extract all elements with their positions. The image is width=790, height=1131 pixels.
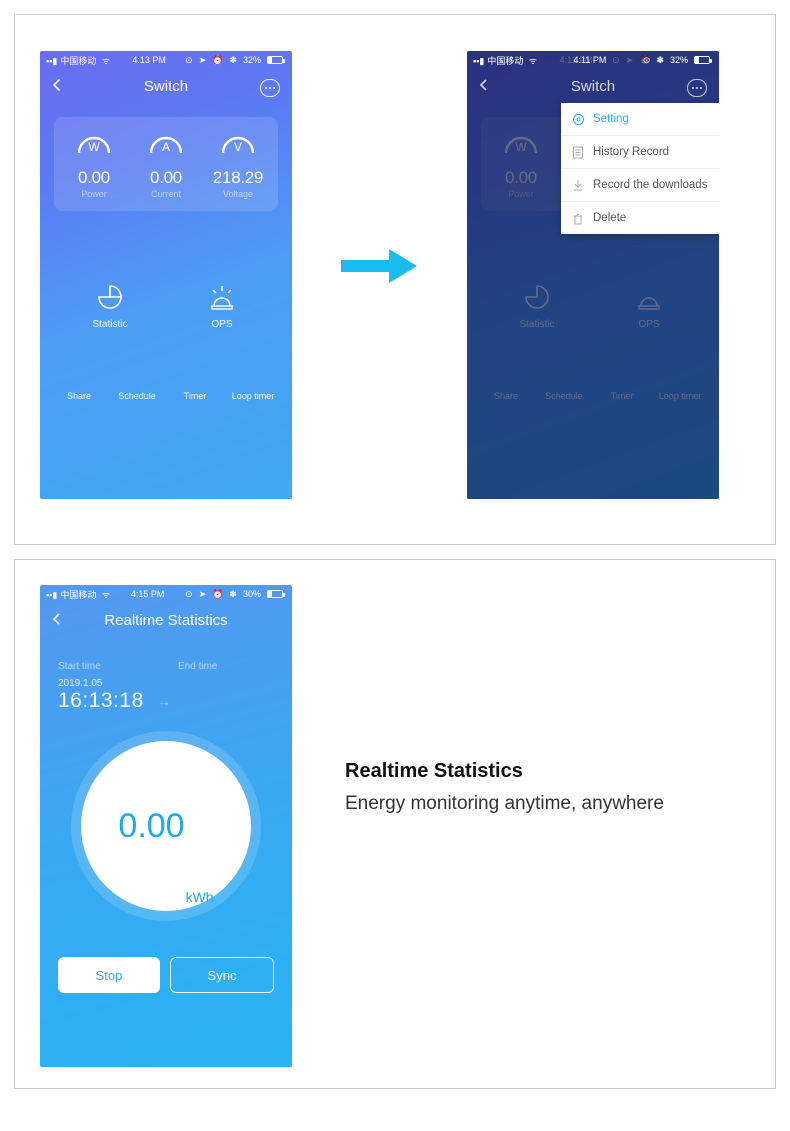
caption-heading: Realtime Statistics <box>345 760 755 783</box>
context-menu: Setting History Record Record the downlo… <box>561 103 719 234</box>
caption-sub: Energy monitoring anytime, anywhere <box>345 793 755 815</box>
title-bar: Switch <box>40 69 292 103</box>
end-time-label: End time <box>178 661 217 672</box>
metric-current: A 0.00 Current <box>130 131 202 199</box>
arrow-right-icon: → <box>158 694 172 709</box>
menu-history[interactable]: History Record <box>561 136 719 169</box>
svg-text:W: W <box>88 140 100 154</box>
start-date: 2019.1.05 <box>58 678 274 689</box>
page-title: Switch <box>144 78 188 95</box>
menu-setting[interactable]: Setting <box>561 103 719 136</box>
back-icon[interactable] <box>50 78 64 96</box>
status-time: 4:13 PM <box>132 55 166 65</box>
panel-bottom: ▪▪▮中国移动 ᯤ 4:15 PM ⊙➤⏰✽30% Realtime Stati… <box>14 559 776 1089</box>
metrics-card: W 0.00 Power A 0.00 Current V 218.29 Vol… <box>54 117 278 211</box>
document-icon <box>571 145 585 159</box>
stop-button[interactable]: Stop <box>58 957 160 993</box>
energy-value: 0.00 <box>118 807 184 846</box>
svg-text:V: V <box>234 140 242 154</box>
status-bar: ▪▪▮中国移动 ᯤ 4:15 PM ⊙➤⏰✽30% <box>40 585 292 603</box>
ops-button[interactable]: OPS <box>166 281 278 330</box>
status-bar: ▪▪▮中国移动 ᯤ 4:13 PM ⊙➤⏰✽32% <box>40 51 292 69</box>
menu-downloads[interactable]: Record the downloads <box>561 169 719 202</box>
sync-button[interactable]: Sync <box>170 957 274 993</box>
time-range: Start timeEnd time 2019.1.05 16:13:18 → <box>58 661 274 713</box>
statistic-button[interactable]: Statistic <box>54 281 166 330</box>
panel-top: ▪▪▮中国移动 ᯤ 4:13 PM ⊙➤⏰✽32% Switch W 0.00 … <box>14 14 776 545</box>
trash-icon <box>571 211 585 225</box>
start-clock: 16:13:18 <box>58 689 144 713</box>
metric-voltage: V 218.29 Voltage <box>202 131 274 199</box>
arrow-icon <box>341 247 419 290</box>
more-icon[interactable] <box>260 79 280 97</box>
phone-realtime: ▪▪▮中国移动 ᯤ 4:15 PM ⊙➤⏰✽30% Realtime Stati… <box>40 585 292 1067</box>
start-time-label: Start time <box>58 661 178 672</box>
page-title: Realtime Statistics <box>104 612 227 629</box>
phone-switch-menu: ▪▪▮中国移动 ᯤ 4:11 PM ⊙➤⏰✽32% Switch W0.00Po… <box>467 51 719 499</box>
energy-gauge: 0.00 kWh <box>81 741 251 911</box>
download-icon <box>571 178 585 192</box>
back-icon[interactable] <box>50 612 64 630</box>
metric-power: W 0.00 Power <box>58 131 130 199</box>
menu-delete[interactable]: Delete <box>561 202 719 234</box>
phone-switch: ▪▪▮中国移动 ᯤ 4:13 PM ⊙➤⏰✽32% Switch W 0.00 … <box>40 51 292 499</box>
svg-text:A: A <box>162 140 170 154</box>
caption: Realtime Statistics Energy monitoring an… <box>345 760 755 815</box>
energy-unit: kWh <box>186 889 214 905</box>
gear-icon <box>571 112 585 126</box>
